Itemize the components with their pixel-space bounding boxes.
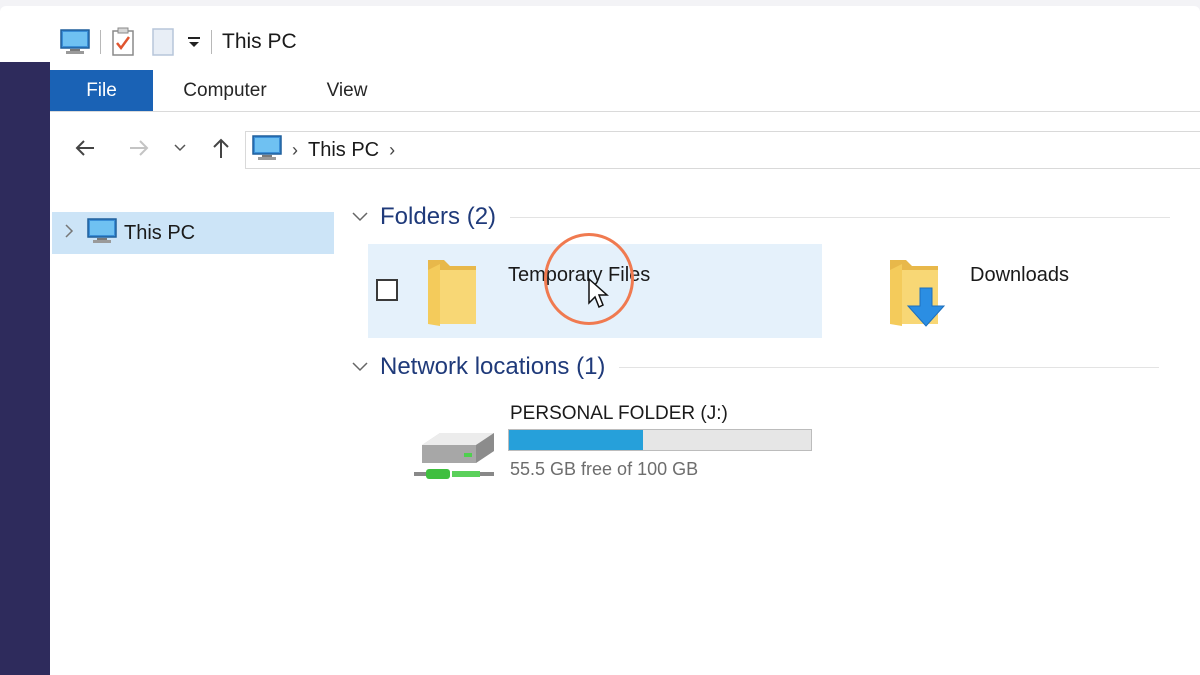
recent-locations-chevron-icon — [174, 144, 186, 152]
downloads-folder-icon — [886, 254, 958, 335]
back-button[interactable] — [70, 133, 100, 163]
recent-locations-button[interactable] — [168, 133, 192, 163]
folder-icon — [424, 254, 480, 335]
tab-view[interactable]: View — [297, 70, 397, 111]
computer-icon — [252, 134, 282, 166]
select-checkbox[interactable] — [376, 279, 398, 301]
tree-item-this-pc[interactable]: This PC — [52, 212, 334, 254]
toolbar-separator — [100, 30, 101, 54]
properties-checkmark-icon[interactable] — [111, 27, 135, 57]
chevron-right-icon[interactable]: › — [389, 140, 395, 161]
group-divider — [619, 366, 1160, 368]
chevron-right-icon[interactable]: › — [292, 140, 298, 161]
toolbar-separator — [211, 30, 212, 54]
network-drive-tile[interactable]: PERSONAL FOLDER (J:) 55.5 GB free of 100… — [402, 403, 822, 493]
folder-name: Downloads — [970, 264, 1069, 286]
explorer-window: This PC File Computer View › This PC › T… — [0, 6, 1200, 675]
forward-arrow-icon — [130, 140, 149, 156]
window-title: This PC — [222, 30, 297, 53]
new-folder-icon[interactable] — [151, 27, 175, 57]
group-title: Folders (2) — [380, 203, 497, 230]
left-edge-strip — [0, 62, 50, 675]
collapse-chevron-icon[interactable] — [352, 209, 374, 225]
forward-button[interactable] — [124, 133, 154, 163]
content-pane: Folders (2) Temporary Files Downloads Ne… — [336, 171, 1200, 675]
computer-icon — [86, 217, 118, 249]
back-arrow-icon — [75, 140, 94, 156]
navigation-bar: › This PC › — [50, 124, 1200, 170]
drive-usage-bar — [508, 429, 812, 451]
tab-file[interactable]: File — [50, 70, 153, 111]
tree-item-label: This PC — [124, 221, 196, 244]
network-drive-icon — [412, 425, 498, 490]
group-header-folders[interactable]: Folders (2) — [352, 201, 1171, 233]
computer-icon[interactable] — [60, 29, 90, 55]
mouse-pointer-icon — [587, 277, 611, 316]
folder-tile-downloads[interactable]: Downloads — [830, 244, 1190, 338]
up-button[interactable] — [206, 133, 236, 163]
breadcrumb-this-pc[interactable]: This PC — [308, 139, 379, 162]
drive-name: PERSONAL FOLDER (J:) — [510, 403, 728, 424]
expand-chevron-icon[interactable] — [52, 223, 86, 243]
up-arrow-icon — [213, 138, 229, 158]
tab-computer[interactable]: Computer — [153, 70, 297, 111]
ribbon-tabs: File Computer View — [50, 70, 1200, 112]
drive-free-space: 55.5 GB free of 100 GB — [510, 459, 699, 479]
group-divider — [510, 216, 1171, 218]
folder-name: Temporary Files — [508, 264, 651, 286]
customize-dropdown-icon[interactable] — [187, 35, 201, 49]
quick-access-toolbar: This PC — [60, 24, 297, 60]
address-bar[interactable]: › This PC › — [245, 131, 1200, 169]
drive-usage-fill — [509, 430, 644, 450]
group-title: Network locations (1) — [380, 353, 606, 380]
navigation-pane: This PC — [50, 171, 336, 675]
collapse-chevron-icon[interactable] — [352, 359, 374, 375]
group-header-network-locations[interactable]: Network locations (1) — [352, 351, 1160, 383]
